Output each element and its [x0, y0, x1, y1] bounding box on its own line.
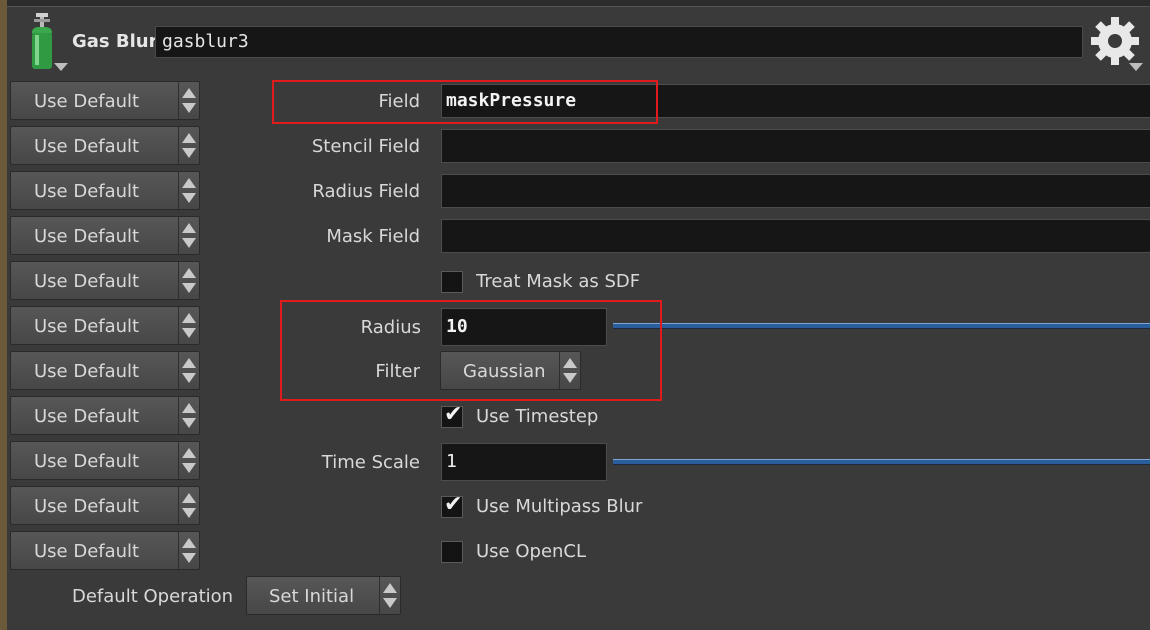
- left-edge-strip: [0, 0, 7, 630]
- use-default-multipass-blur[interactable]: Use Default: [10, 486, 200, 525]
- stencil-field-input[interactable]: [441, 129, 1150, 163]
- node-type-label: Gas Blur: [72, 31, 158, 52]
- use-default-time-scale[interactable]: Use Default: [10, 441, 200, 480]
- spinner-arrows-icon[interactable]: [178, 442, 199, 479]
- top-border: [0, 0, 1150, 7]
- gear-icon[interactable]: [1088, 14, 1142, 68]
- use-default-treat-mask-sdf[interactable]: Use Default: [10, 261, 200, 300]
- use-default-radius[interactable]: Use Default: [10, 306, 200, 345]
- spinner-arrows-icon[interactable]: [178, 217, 199, 254]
- stencil-field-label: Stencil Field: [311, 136, 420, 157]
- use-opencl-checkbox[interactable]: [441, 541, 463, 563]
- radius-field-label: Radius Field: [312, 181, 420, 202]
- spinner-arrows-icon[interactable]: [178, 127, 199, 164]
- default-operation-value: Set Initial: [269, 586, 355, 607]
- use-default-label: Use Default: [34, 226, 140, 247]
- use-default-field[interactable]: Use Default: [10, 81, 200, 120]
- mask-field-label: Mask Field: [326, 226, 420, 247]
- use-default-label: Use Default: [34, 541, 140, 562]
- use-default-label: Use Default: [34, 451, 140, 472]
- time-scale-slider[interactable]: [613, 459, 1150, 465]
- checkmark-icon: ✔: [444, 492, 463, 517]
- node-menu-arrow-icon[interactable]: [54, 63, 68, 71]
- use-multipass-blur-checkbox[interactable]: ✔: [441, 492, 463, 518]
- spinner-arrows-icon[interactable]: [178, 532, 199, 569]
- spinner-arrows-icon[interactable]: [178, 262, 199, 299]
- use-default-filter[interactable]: Use Default: [10, 351, 200, 390]
- use-multipass-blur-label: Use Multipass Blur: [476, 496, 643, 517]
- use-default-stencil-field[interactable]: Use Default: [10, 126, 200, 165]
- use-opencl-label: Use OpenCL: [476, 541, 587, 562]
- use-timestep-checkbox[interactable]: ✔: [441, 402, 463, 428]
- treat-mask-sdf-checkbox[interactable]: [441, 271, 463, 293]
- use-default-label: Use Default: [34, 181, 140, 202]
- spinner-arrows-icon[interactable]: [178, 307, 199, 344]
- use-default-label: Use Default: [34, 496, 140, 517]
- default-operation-label: Default Operation: [72, 586, 234, 607]
- mask-field-input[interactable]: [441, 219, 1150, 253]
- spinner-arrows-icon[interactable]: [178, 487, 199, 524]
- use-default-label: Use Default: [34, 316, 140, 337]
- use-timestep-label: Use Timestep: [476, 406, 599, 427]
- spinner-arrows-icon[interactable]: [178, 352, 199, 389]
- treat-mask-sdf-label: Treat Mask as SDF: [476, 271, 641, 292]
- radius-field-input[interactable]: [441, 174, 1150, 208]
- use-default-mask-field[interactable]: Use Default: [10, 216, 200, 255]
- use-default-label: Use Default: [34, 406, 140, 427]
- time-scale-label: Time Scale: [321, 452, 420, 473]
- use-default-radius-field[interactable]: Use Default: [10, 171, 200, 210]
- field-highlight-box: [272, 80, 658, 124]
- spinner-arrows-icon[interactable]: [178, 82, 199, 119]
- checkmark-icon: ✔: [444, 402, 463, 427]
- spinner-arrows-icon[interactable]: [178, 172, 199, 209]
- use-default-use-timestep[interactable]: Use Default: [10, 396, 200, 435]
- spinner-arrows-icon[interactable]: [379, 577, 400, 614]
- radius-slider[interactable]: [613, 323, 1150, 329]
- use-default-label: Use Default: [34, 271, 140, 292]
- default-operation-menu[interactable]: Set Initial: [246, 576, 401, 615]
- node-name-field[interactable]: gasblur3: [155, 26, 1083, 58]
- use-default-label: Use Default: [34, 361, 140, 382]
- use-default-label: Use Default: [34, 136, 140, 157]
- use-default-label: Use Default: [34, 91, 140, 112]
- use-default-use-opencl[interactable]: Use Default: [10, 531, 200, 570]
- radius-filter-highlight-box: [280, 300, 662, 401]
- spinner-arrows-icon[interactable]: [178, 397, 199, 434]
- time-scale-input[interactable]: 1: [441, 443, 607, 481]
- gear-menu-arrow-icon[interactable]: [1129, 63, 1143, 71]
